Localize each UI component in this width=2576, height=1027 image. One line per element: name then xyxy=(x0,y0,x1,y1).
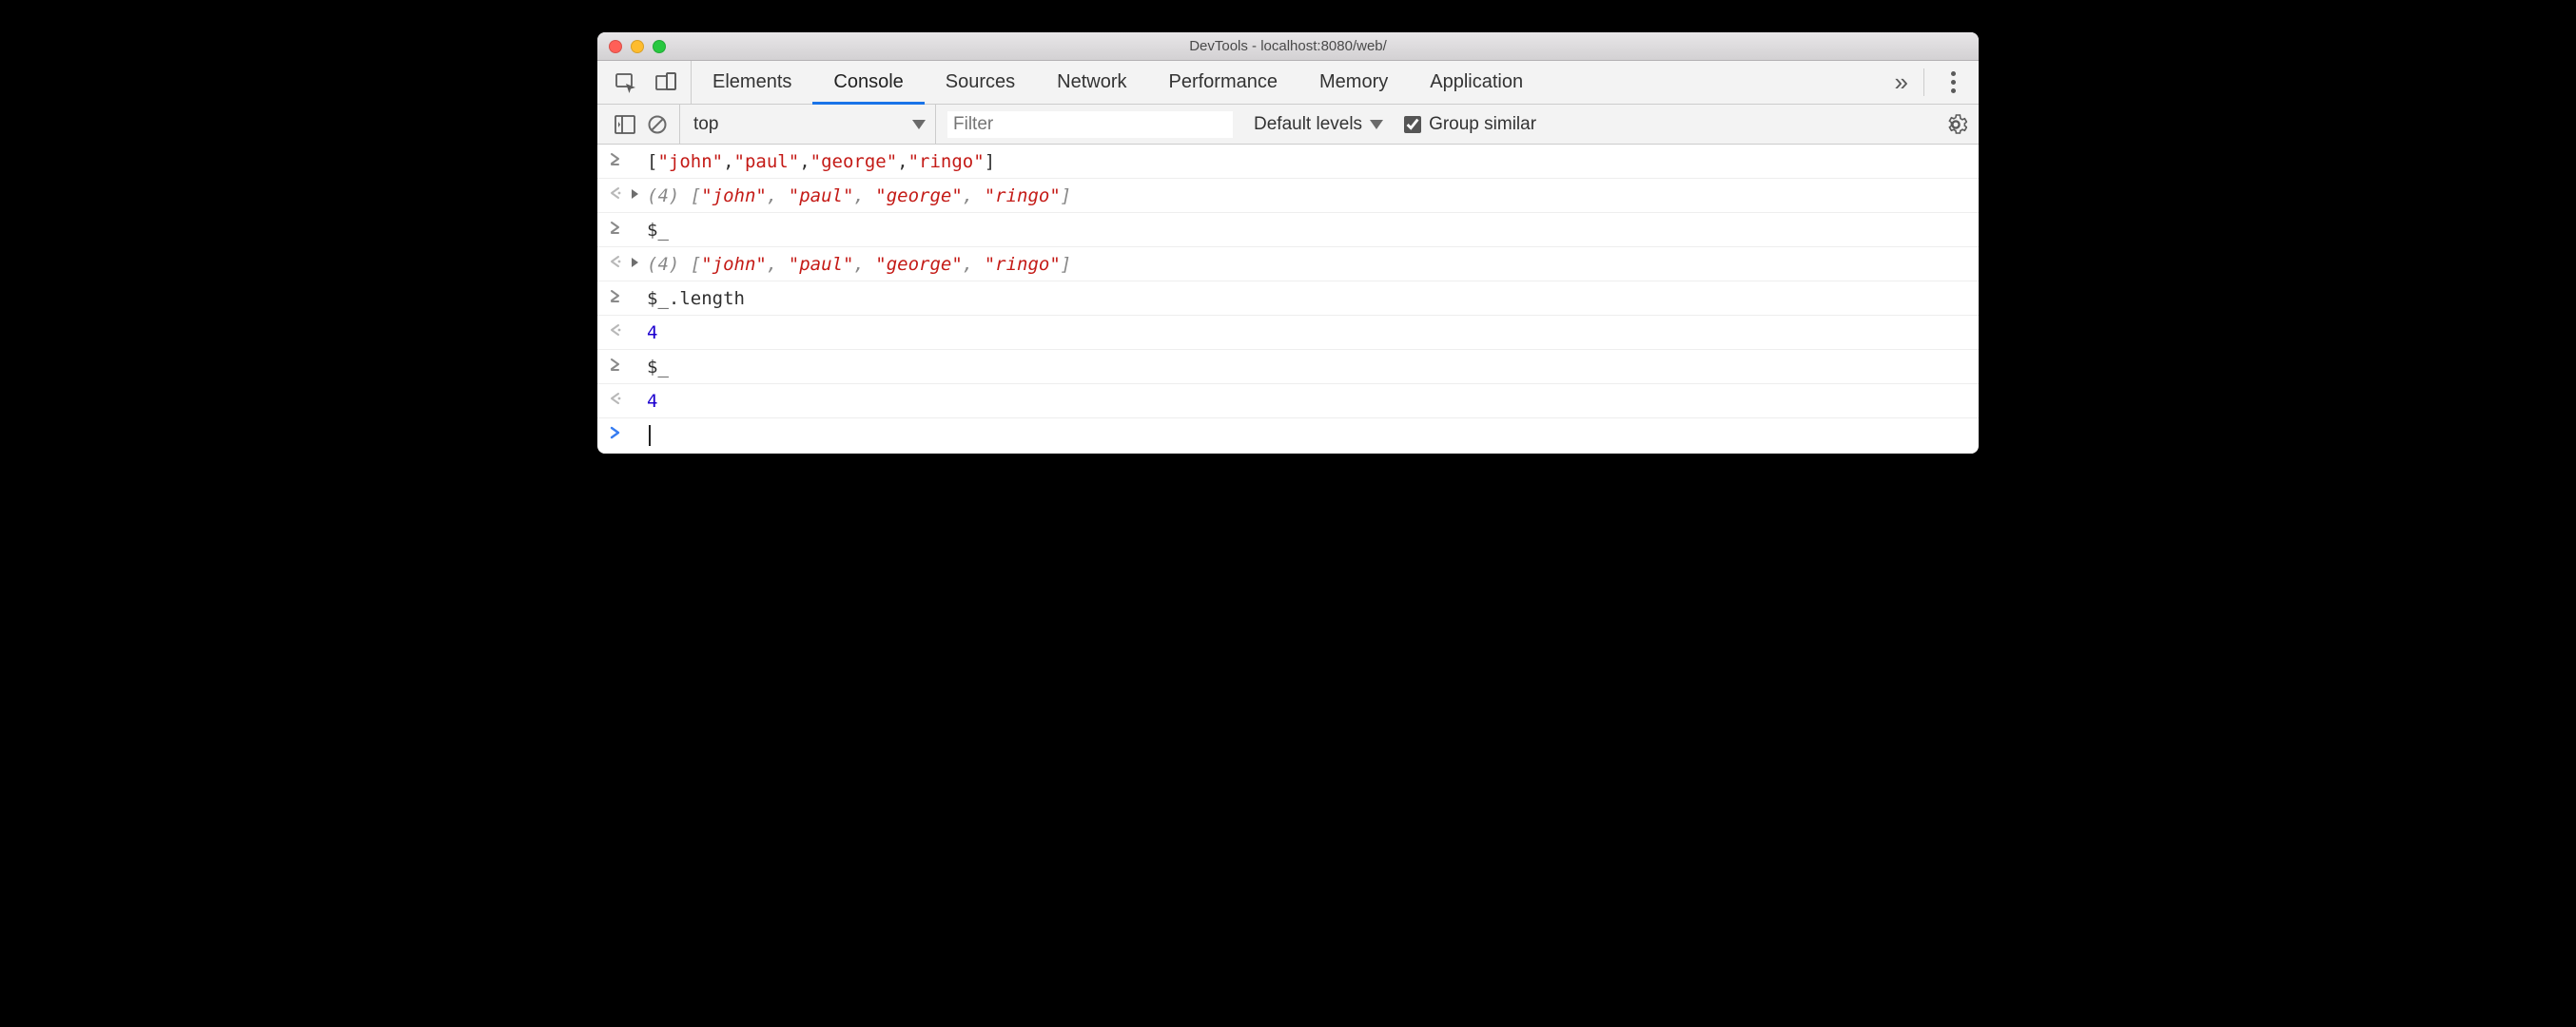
panel-tabbar: ElementsConsoleSourcesNetworkPerformance… xyxy=(597,61,1979,105)
expand-icon[interactable] xyxy=(630,184,647,203)
tab-elements[interactable]: Elements xyxy=(692,61,812,104)
tab-application[interactable]: Application xyxy=(1409,61,1544,104)
input-marker-icon xyxy=(609,356,630,371)
expand-icon[interactable] xyxy=(630,253,647,272)
group-similar-checkbox[interactable] xyxy=(1404,116,1421,133)
tab-sources[interactable]: Sources xyxy=(925,61,1036,104)
separator xyxy=(1923,68,1924,96)
console-settings-icon[interactable] xyxy=(1944,113,1967,136)
execution-context-select[interactable]: top xyxy=(679,105,936,144)
console-input-row: $_ xyxy=(597,213,1979,247)
minimize-window-button[interactable] xyxy=(631,40,644,53)
log-levels-label: Default levels xyxy=(1254,114,1362,135)
group-similar-label: Group similar xyxy=(1429,114,1536,135)
result-marker-icon xyxy=(609,253,630,268)
console-line[interactable]: 4 xyxy=(647,321,1969,343)
console-line[interactable]: (4) ["john", "paul", "george", "ringo"] xyxy=(647,184,1969,206)
input-marker-icon xyxy=(609,219,630,234)
console-line[interactable]: (4) ["john", "paul", "george", "ringo"] xyxy=(647,253,1969,275)
tab-network[interactable]: Network xyxy=(1036,61,1147,104)
console-input-row: $_.length xyxy=(597,281,1979,316)
filter-input[interactable] xyxy=(947,111,1233,138)
group-similar-toggle[interactable]: Group similar xyxy=(1395,114,1536,135)
devtools-window: DevTools - localhost:8080/web/ ElementsC… xyxy=(597,32,1979,454)
console-input-row: ["john","paul","george","ringo"] xyxy=(597,145,1979,179)
console-line[interactable]: $_ xyxy=(647,356,1969,378)
console-result-row: (4) ["john", "paul", "george", "ringo"] xyxy=(597,179,1979,213)
dropdown-icon xyxy=(1370,120,1383,129)
console-prompt-row[interactable] xyxy=(597,418,1979,454)
console-line[interactable]: 4 xyxy=(647,390,1969,412)
console-input[interactable] xyxy=(647,424,1969,447)
console-input-row: $_ xyxy=(597,350,1979,384)
expand-icon xyxy=(630,150,647,154)
expand-icon xyxy=(630,390,647,394)
expand-icon xyxy=(630,219,647,223)
console-line[interactable]: $_.length xyxy=(647,287,1969,309)
execution-context-label: top xyxy=(693,114,718,135)
console-result-row: 4 xyxy=(597,384,1979,418)
console-line[interactable]: ["john","paul","george","ringo"] xyxy=(647,150,1969,172)
tab-performance[interactable]: Performance xyxy=(1148,61,1299,104)
window-title: DevTools - localhost:8080/web/ xyxy=(597,38,1979,54)
clear-console-icon[interactable] xyxy=(647,114,668,135)
console-output: ["john","paul","george","ringo"] (4) ["jo… xyxy=(597,145,1979,454)
device-toolbar-icon[interactable] xyxy=(654,71,677,94)
spacer xyxy=(630,424,647,428)
panel-tabs: ElementsConsoleSourcesNetworkPerformance… xyxy=(692,61,1544,104)
expand-icon xyxy=(630,356,647,359)
zoom-window-button[interactable] xyxy=(653,40,666,53)
window-controls xyxy=(597,40,666,53)
tab-console[interactable]: Console xyxy=(812,61,924,104)
expand-icon xyxy=(630,321,647,325)
customize-devtools-icon[interactable] xyxy=(1943,71,1963,93)
show-console-sidebar-icon[interactable] xyxy=(615,115,635,134)
input-marker-icon xyxy=(609,150,630,165)
tab-memory[interactable]: Memory xyxy=(1298,61,1409,104)
dropdown-icon xyxy=(912,120,926,129)
more-tabs-icon[interactable]: » xyxy=(1895,68,1904,97)
result-marker-icon xyxy=(609,390,630,405)
input-marker-icon xyxy=(609,287,630,302)
result-marker-icon xyxy=(609,184,630,200)
prompt-marker-icon xyxy=(609,424,630,439)
console-toolbar: top Default levels Group similar xyxy=(597,105,1979,145)
expand-icon xyxy=(630,287,647,291)
result-marker-icon xyxy=(609,321,630,337)
console-line[interactable]: $_ xyxy=(647,219,1969,241)
close-window-button[interactable] xyxy=(609,40,622,53)
tabbar-left-tools xyxy=(597,61,692,104)
console-result-row: (4) ["john", "paul", "george", "ringo"] xyxy=(597,247,1979,281)
titlebar: DevTools - localhost:8080/web/ xyxy=(597,32,1979,61)
inspect-element-icon[interactable] xyxy=(615,71,637,94)
tabbar-right-tools: » xyxy=(1880,61,1979,104)
log-levels-select[interactable]: Default levels xyxy=(1244,114,1383,135)
console-result-row: 4 xyxy=(597,316,1979,350)
